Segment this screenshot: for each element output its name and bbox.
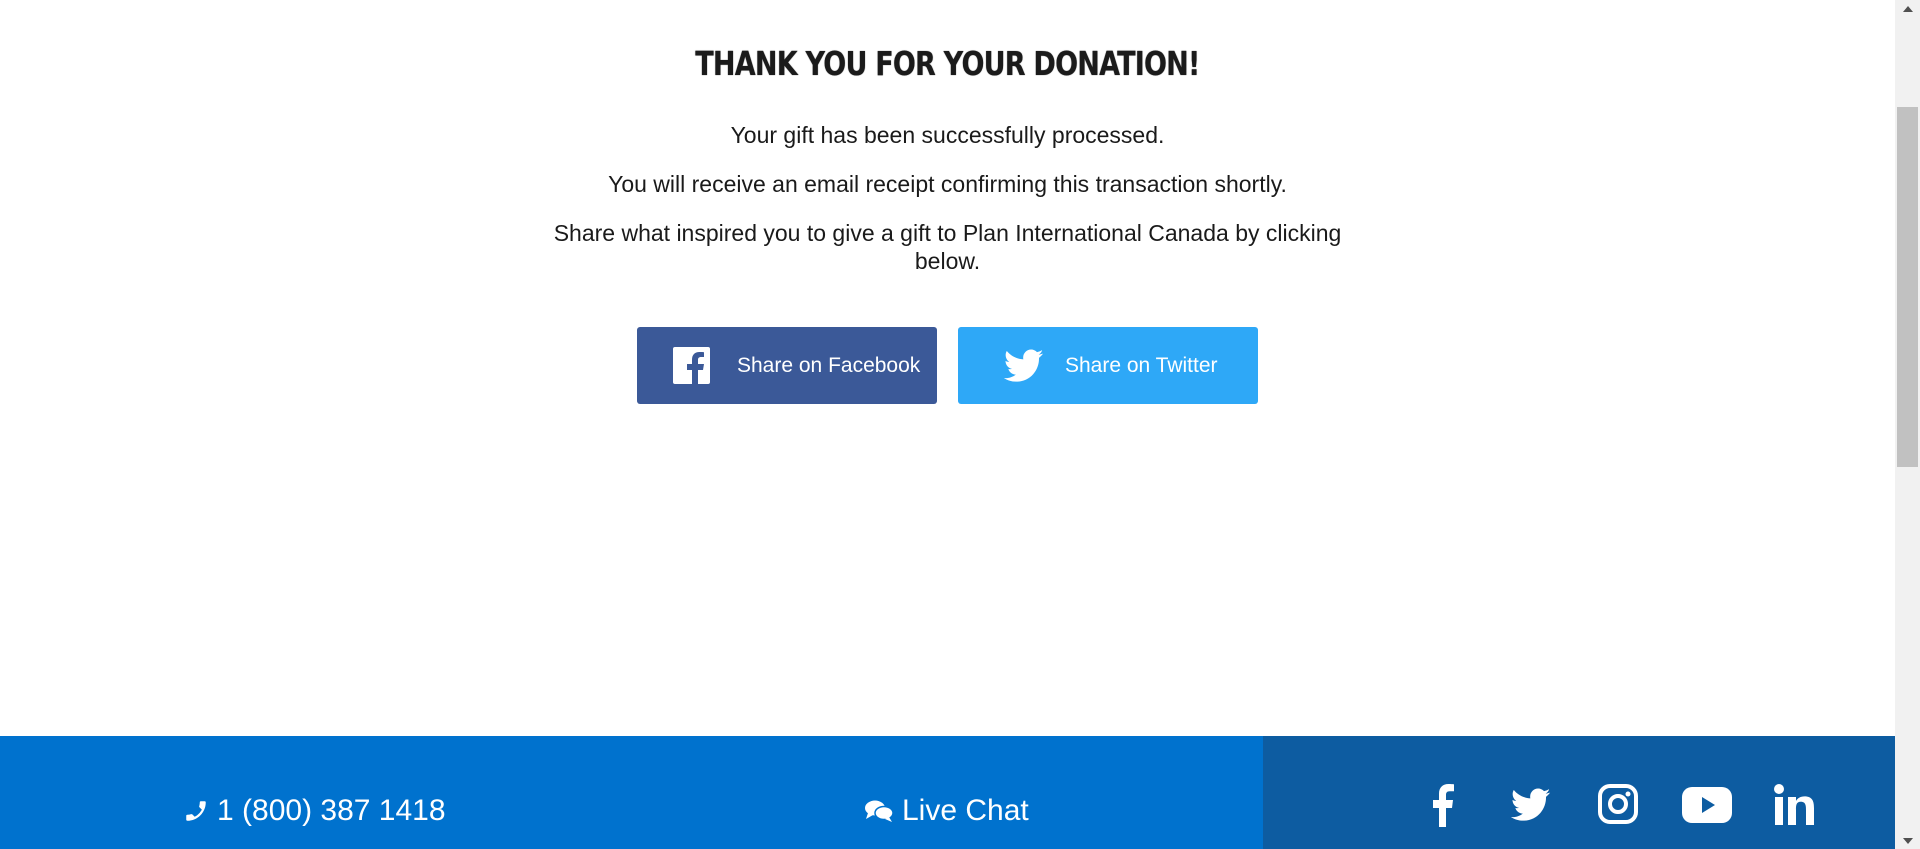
- facebook-icon: [673, 347, 710, 384]
- page: THANK YOU FOR YOUR DONATION! Your gift h…: [0, 0, 1920, 849]
- phone-number: 1 (800) 387 1418: [217, 794, 446, 827]
- live-chat-link[interactable]: Live Chat: [864, 794, 1029, 828]
- instagram-icon[interactable]: [1597, 783, 1639, 825]
- phone-icon: [183, 798, 209, 824]
- youtube-icon[interactable]: [1682, 783, 1732, 823]
- scrollbar[interactable]: [1895, 0, 1920, 849]
- share-prompt: Share what inspired you to give a gift t…: [553, 220, 1342, 274]
- share-twitter-label: Share on Twitter: [1065, 353, 1218, 377]
- linkedin-icon[interactable]: [1773, 783, 1817, 827]
- live-chat-label: Live Chat: [902, 794, 1029, 827]
- twitter-icon: [1004, 349, 1044, 383]
- chat-icon: [864, 798, 894, 824]
- footer: 1 (800) 387 1418 Live Chat: [0, 736, 1895, 849]
- share-twitter-button[interactable]: Share on Twitter: [958, 327, 1258, 404]
- success-message: Your gift has been successfully processe…: [730, 122, 1165, 148]
- main-content: THANK YOU FOR YOUR DONATION! Your gift h…: [0, 0, 1895, 736]
- scroll-down-arrow[interactable]: [1895, 832, 1920, 849]
- facebook-icon[interactable]: [1428, 783, 1456, 827]
- social-links: [1263, 736, 1895, 849]
- receipt-message: You will receive an email receipt confir…: [608, 171, 1287, 197]
- share-facebook-label: Share on Facebook: [737, 353, 921, 377]
- share-facebook-button[interactable]: Share on Facebook: [637, 327, 937, 404]
- scrollbar-thumb[interactable]: [1897, 107, 1918, 467]
- page-title: THANK YOU FOR YOUR DONATION!: [695, 44, 1200, 83]
- scroll-up-arrow[interactable]: [1895, 0, 1920, 17]
- phone-link[interactable]: 1 (800) 387 1418: [183, 794, 446, 828]
- twitter-icon[interactable]: [1511, 783, 1551, 822]
